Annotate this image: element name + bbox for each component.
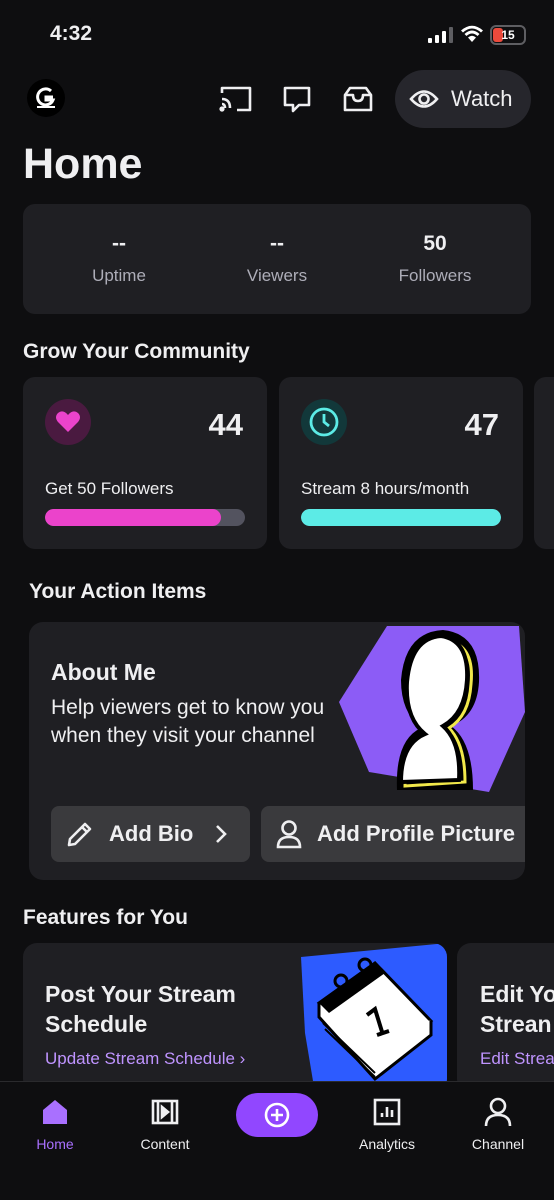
add-bio-button[interactable]: Add Bio [51,806,250,862]
goal-progress-followers [45,509,245,526]
wifi-icon [461,25,483,42]
goal-value: 47 [464,407,499,442]
goal-card-next[interactable] [534,377,554,549]
plus-circle-icon [264,1102,290,1128]
analytics-icon [373,1098,401,1126]
tab-label: Channel [471,1136,525,1152]
inbox-icon[interactable] [340,82,376,116]
stat-value: -- [270,232,284,255]
update-schedule-link[interactable]: Update Stream Schedule › [45,1049,245,1069]
goal-label: Stream 8 hours/month [301,479,470,498]
add-profile-picture-button[interactable]: Add Profile Picture [261,806,525,862]
cast-icon[interactable] [218,82,254,116]
stat-label: Viewers [246,266,308,285]
status-bar: 4:32 15 [0,0,554,62]
about-me-title: About Me [51,659,156,685]
signal-icon [428,27,453,43]
grow-community-heading: Grow Your Community [23,340,250,363]
chat-bubble-icon[interactable] [279,82,315,116]
create-button[interactable] [236,1093,318,1137]
tab-label: Content [140,1136,190,1152]
add-profile-picture-label: Add Profile Picture [317,821,516,846]
stat-value: 50 [423,232,447,255]
goal-value: 44 [208,407,243,442]
stat-viewers: -- Viewers [197,232,357,286]
stat-label: Followers [398,266,472,285]
goal-progress-stream-hours [301,509,501,526]
action-items-heading: Your Action Items [29,580,207,603]
channel-logo-icon [36,87,56,108]
page-title: Home [23,140,143,188]
pencil-icon [67,822,92,847]
add-bio-label: Add Bio [109,821,194,846]
battery-level: 15 [501,28,515,42]
goal-progress-fill [45,509,221,526]
tab-channel[interactable]: Channel [448,1092,548,1152]
edit-stream-link[interactable]: Edit Strea [480,1049,554,1069]
tab-content[interactable]: Content [115,1092,215,1152]
tab-home[interactable]: Home [5,1092,105,1152]
features-heading: Features for You [23,906,188,929]
profile-illustration [339,626,525,792]
content-icon [151,1099,179,1125]
stat-label: Uptime [92,266,146,285]
goal-progress-fill [301,509,501,526]
stat-uptime: -- Uptime [39,232,199,286]
stream-stats-card: -- Uptime -- Viewers 50 Followers [23,204,531,314]
feature-title: Post Your Stream Schedule [45,981,236,1037]
eye-icon [409,90,439,108]
channel-icon [484,1097,512,1127]
bottom-tab-bar: Home Content Analytics Channel [0,1081,554,1200]
tab-analytics[interactable]: Analytics [337,1092,437,1152]
calendar-illustration [301,943,447,1093]
stream-schedule-card[interactable]: Post Your Stream Schedule Update Stream … [23,943,447,1093]
stat-followers: 50 Followers [355,232,515,286]
status-time: 4:32 [50,22,93,45]
avatar[interactable] [27,79,65,117]
feature-title: Edit Yo Strean [480,981,554,1037]
about-me-description: Help viewers get to know you when they v… [51,696,325,747]
edit-stream-card[interactable]: Edit Yo Strean Edit Strea [457,943,554,1093]
watch-label: Watch [451,86,513,111]
battery-icon: 15 [490,25,526,45]
watch-button[interactable]: Watch [395,70,531,128]
heart-icon [45,399,91,445]
user-icon [276,820,302,849]
chevron-right-icon [216,825,228,843]
stat-value: -- [112,232,126,255]
tab-label: Home [36,1136,74,1152]
top-bar: Watch [0,70,554,128]
goal-label: Get 50 Followers [45,479,174,498]
about-me-card: About Me Help viewers get to know you wh… [29,622,525,880]
home-icon [43,1100,67,1124]
clock-icon [301,399,347,445]
tab-label: Analytics [358,1136,416,1152]
